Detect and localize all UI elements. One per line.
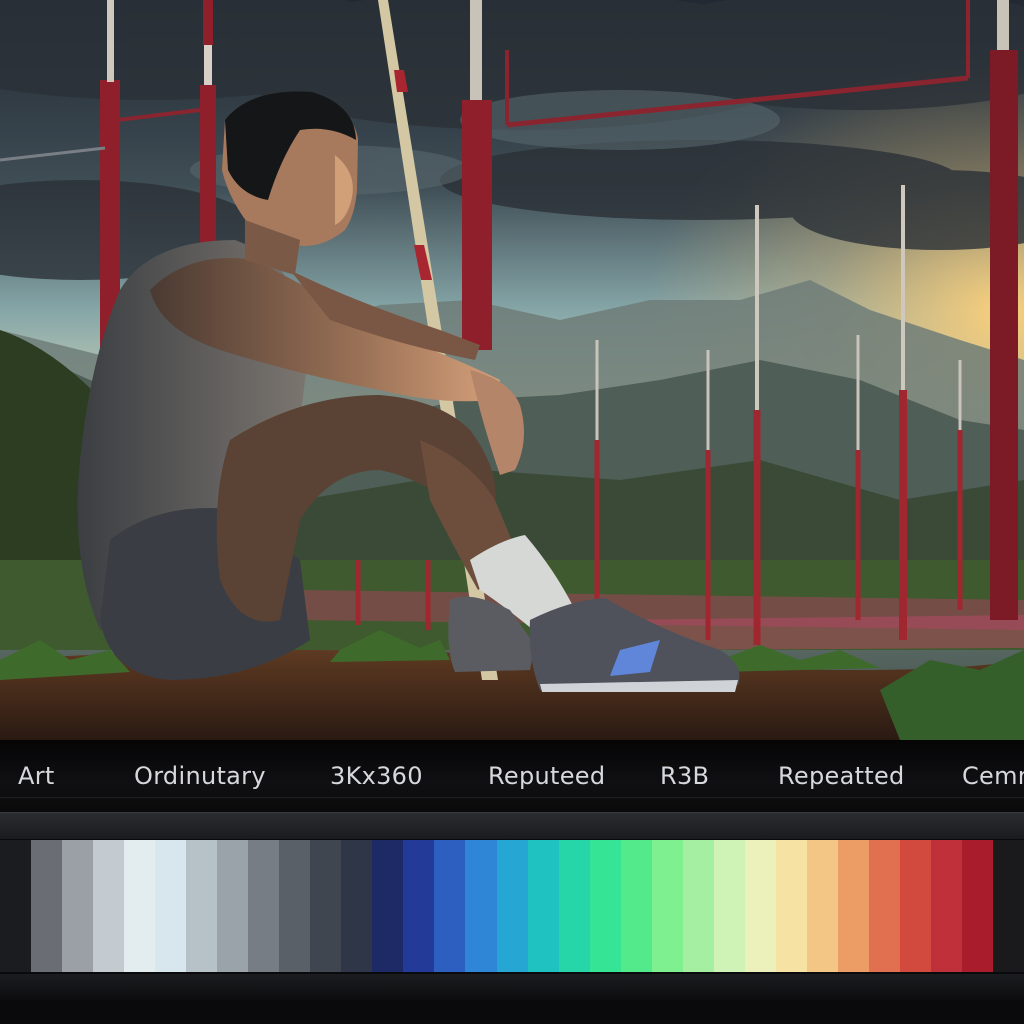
color-swatch <box>993 840 1024 972</box>
label-repeatted: Repeatted <box>778 762 905 790</box>
color-swatch <box>775 840 807 972</box>
color-swatch <box>465 840 497 972</box>
color-swatch <box>744 840 776 972</box>
color-swatch <box>341 840 373 972</box>
color-swatch <box>434 840 466 972</box>
scene-photo <box>0 0 1024 740</box>
label-bar-divider <box>0 797 1024 798</box>
color-swatch <box>868 840 900 972</box>
color-swatch <box>589 840 621 972</box>
color-swatch <box>310 840 342 972</box>
label-art: Art <box>18 762 55 790</box>
strip-top-bezel <box>0 812 1024 839</box>
color-swatch <box>248 840 280 972</box>
color-swatch <box>403 840 435 972</box>
color-swatch <box>558 840 590 972</box>
color-swatch <box>961 840 993 972</box>
label-bar: Art Ordinutary 3Kx360 Reputeed R3B Repea… <box>0 740 1024 813</box>
color-swatch <box>930 840 962 972</box>
label-cemm: Cemm <box>962 762 1024 790</box>
color-swatch <box>651 840 683 972</box>
color-swatch <box>899 840 931 972</box>
color-swatch <box>806 840 838 972</box>
strip-bottom-bezel <box>0 974 1024 1000</box>
label-r3b: R3B <box>660 762 710 790</box>
color-swatch <box>31 840 63 972</box>
label-resolution: 3Kx360 <box>330 762 423 790</box>
color-swatch <box>372 840 404 972</box>
color-swatch <box>217 840 249 972</box>
color-swatch <box>837 840 869 972</box>
color-swatch <box>682 840 714 972</box>
color-swatch <box>93 840 125 972</box>
color-swatch <box>155 840 187 972</box>
color-palette-strip <box>0 840 1024 972</box>
color-swatch <box>620 840 652 972</box>
color-swatch <box>496 840 528 972</box>
color-strip-frame <box>0 812 1024 1024</box>
color-swatch <box>713 840 745 972</box>
label-ordinutary: Ordinutary <box>134 762 266 790</box>
color-swatch <box>279 840 311 972</box>
label-reputeed: Reputeed <box>488 762 606 790</box>
color-swatch <box>527 840 559 972</box>
color-swatch <box>62 840 94 972</box>
color-swatch <box>0 840 32 972</box>
color-swatch <box>186 840 218 972</box>
color-swatch <box>124 840 156 972</box>
